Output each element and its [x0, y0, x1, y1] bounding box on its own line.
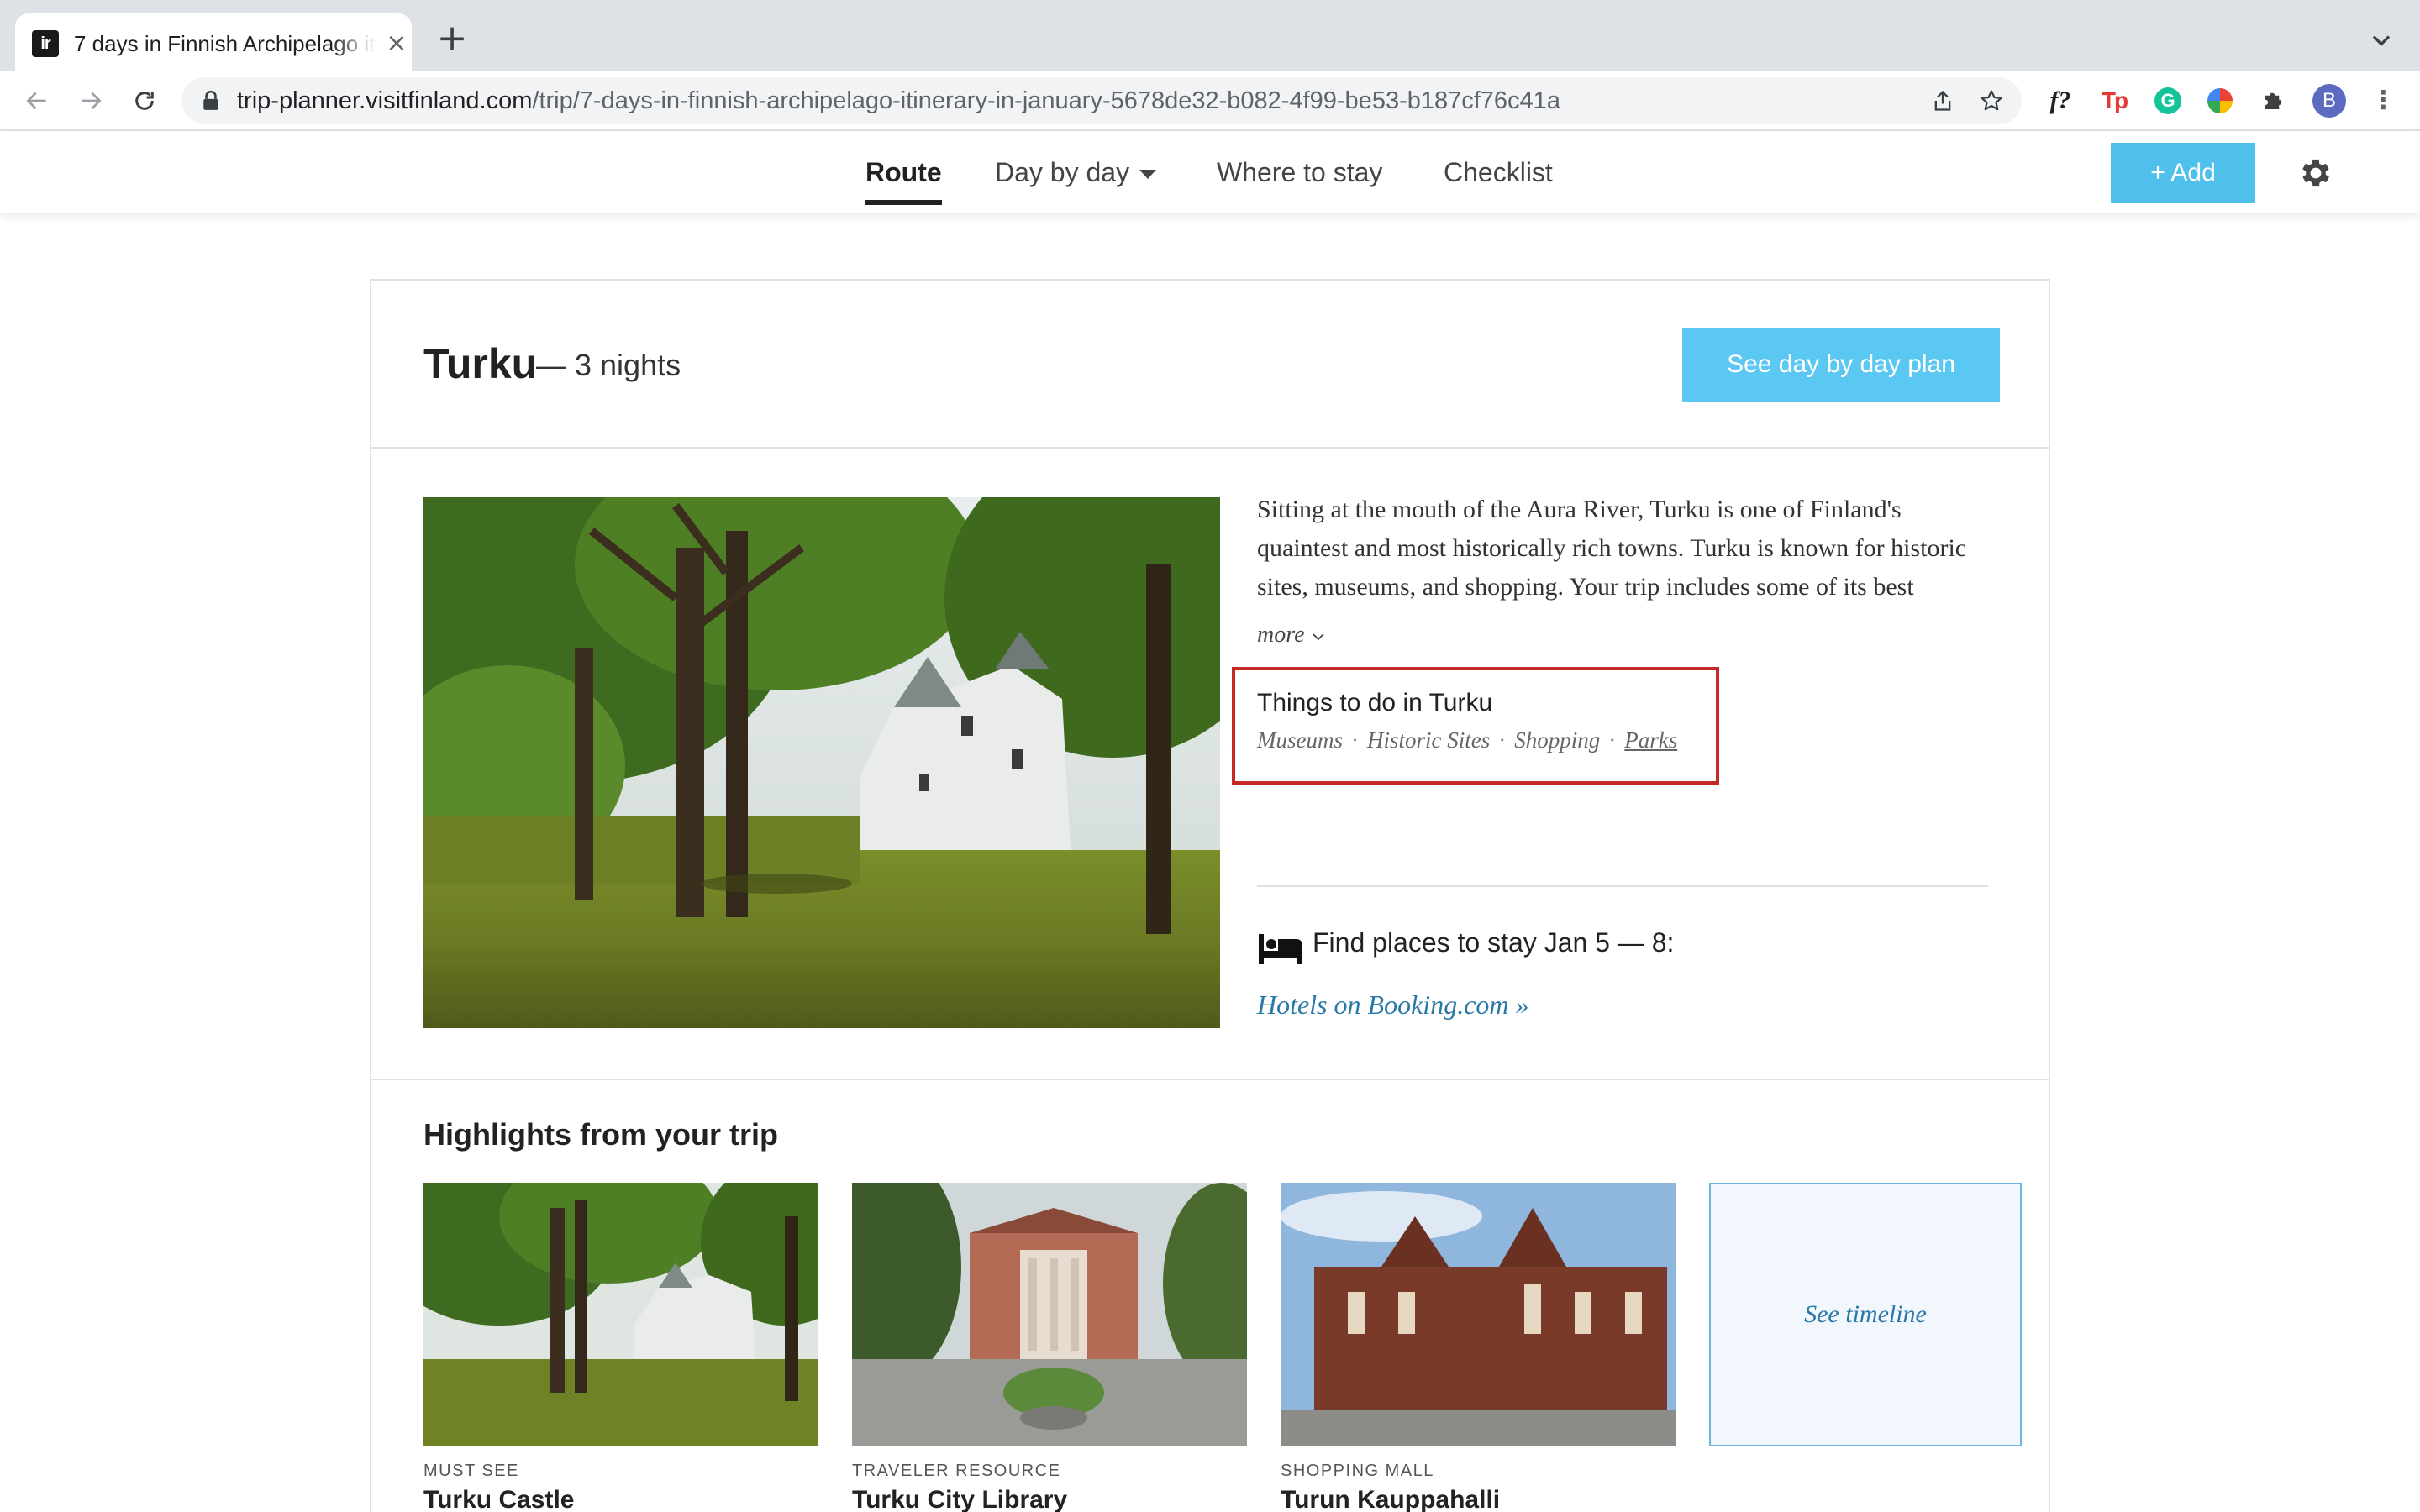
browser-tab-strip: ir 7 days in Finnish Archipelago itinera…: [0, 0, 2420, 71]
address-bar[interactable]: trip-planner.visitfinland.com/trip/7-day…: [182, 77, 2022, 124]
section-divider: [1257, 885, 1988, 887]
category-link-historic-sites[interactable]: Historic Sites: [1367, 727, 1490, 753]
more-toggle[interactable]: more: [1257, 622, 1326, 648]
highlights-divider: [371, 1079, 2049, 1080]
highlight-card[interactable]: SHOPPING MALL Turun Kauppahalli: [1281, 1183, 1676, 1512]
browser-menu-icon[interactable]: ⋮: [2366, 84, 2400, 118]
highlight-name: Turun Kauppahalli: [1281, 1486, 1501, 1512]
extension-color-wheel-icon[interactable]: [2202, 82, 2238, 119]
profile-avatar[interactable]: B: [2312, 84, 2346, 118]
highlight-name: Turku City Library: [852, 1486, 1068, 1512]
hotels-booking-link[interactable]: Hotels on Booking.com »: [1257, 990, 1529, 1021]
chevron-down-icon: [1312, 633, 1324, 640]
reload-icon[interactable]: [126, 82, 163, 119]
highlight-category: SHOPPING MALL: [1281, 1462, 1434, 1480]
tab-where-to-stay[interactable]: Where to stay: [1217, 153, 1382, 192]
category-link-shopping[interactable]: Shopping: [1514, 727, 1600, 753]
bed-icon: [1259, 934, 1302, 964]
extension-tp-icon[interactable]: Tp: [2096, 82, 2133, 119]
site-favicon-icon: ir: [32, 30, 59, 57]
back-icon[interactable]: [18, 82, 55, 119]
destination-city: Turku: [424, 340, 538, 387]
url-text[interactable]: trip-planner.visitfinland.com/trip/7-day…: [237, 86, 1560, 116]
destination-description: Sitting at the mouth of the Aura River, …: [1257, 496, 1967, 601]
new-tab-button[interactable]: +: [435, 20, 469, 57]
tab-day-by-day-label: Day by day: [995, 157, 1130, 187]
tab-search-chevron-icon[interactable]: [2366, 25, 2396, 55]
lock-icon[interactable]: [202, 91, 220, 111]
highlight-card[interactable]: TRAVELER RESOURCE Turku City Library: [852, 1183, 1247, 1512]
highlights-title: Highlights from your trip: [424, 1117, 778, 1152]
browser-tab[interactable]: ir 7 days in Finnish Archipelago itinera…: [15, 13, 412, 71]
destination-card-header: Turku — 3 nights See day by day plan: [371, 281, 2049, 449]
forward-icon[interactable]: [72, 82, 109, 119]
highlight-image: [1281, 1183, 1676, 1446]
see-day-by-day-button[interactable]: See day by day plan: [1682, 328, 2000, 402]
highlight-card[interactable]: MUST SEE Turku Castle: [424, 1183, 818, 1512]
url-host: trip-planner.visitfinland.com: [237, 87, 533, 114]
bookmark-star-icon[interactable]: [1978, 87, 2005, 114]
extension-formula-icon[interactable]: f?: [2042, 82, 2079, 119]
stay-dates-text: Find places to stay Jan 5 — 8:: [1313, 927, 1675, 958]
browser-toolbar: trip-planner.visitfinland.com/trip/7-day…: [0, 71, 2420, 131]
extensions-puzzle-icon[interactable]: [2255, 82, 2292, 119]
close-tab-icon[interactable]: ×: [381, 29, 412, 59]
gear-icon[interactable]: [2297, 155, 2334, 192]
highlight-category: TRAVELER RESOURCE: [852, 1462, 1061, 1480]
site-header: Route Day by day Where to stay Checklist…: [0, 131, 2420, 213]
extension-grammarly-icon[interactable]: G: [2149, 82, 2186, 119]
things-to-do-panel: Things to do in Turku Museums · Historic S…: [1232, 667, 1719, 785]
tab-day-by-day[interactable]: Day by day: [995, 153, 1157, 192]
url-path: /trip/7-days-in-finnish-archipelago-itin…: [532, 87, 1560, 114]
highlight-name: Turku Castle: [424, 1486, 575, 1512]
more-label: more: [1257, 622, 1305, 648]
share-icon[interactable]: [1929, 87, 1956, 114]
destination-card: Turku — 3 nights See day by day plan Sit…: [370, 279, 2050, 1512]
destination-nights: — 3 nights: [536, 348, 681, 382]
tab-route[interactable]: Route: [865, 153, 942, 205]
add-button[interactable]: + Add: [2111, 143, 2255, 203]
highlight-category: MUST SEE: [424, 1462, 519, 1480]
highlight-image: [424, 1183, 818, 1446]
see-timeline-button[interactable]: See timeline: [1709, 1183, 2022, 1446]
caret-down-icon: [1139, 170, 1157, 180]
category-link-museums[interactable]: Museums: [1257, 727, 1343, 753]
tab-title: 7 days in Finnish Archipelago itinerary: [74, 31, 376, 56]
tab-checklist[interactable]: Checklist: [1444, 153, 1553, 192]
active-tab-underline: [865, 200, 942, 205]
highlight-image: [852, 1183, 1247, 1446]
destination-hero-image: [424, 497, 1220, 1028]
things-to-do-categories: Museums · Historic Sites · Shopping · Parks: [1257, 727, 1678, 753]
tab-route-label: Route: [865, 157, 942, 187]
category-link-parks[interactable]: Parks: [1624, 727, 1677, 753]
things-to-do-title: Things to do in Turku: [1257, 689, 1493, 717]
